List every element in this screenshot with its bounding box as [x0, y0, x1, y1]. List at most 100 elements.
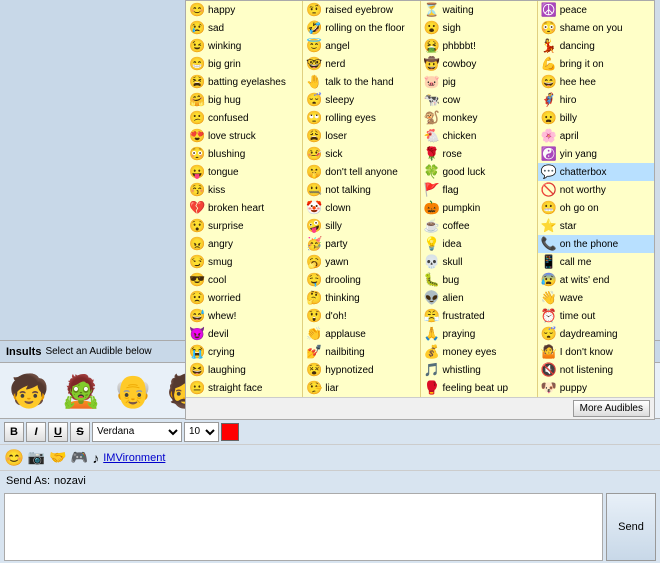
emoji-item[interactable]: 🤤drooling	[303, 271, 419, 289]
emoji-item[interactable]: 🤡clown	[303, 199, 419, 217]
emoji-item[interactable]: 😳shame on you	[538, 19, 654, 37]
emoji-item[interactable]: 😉winking	[186, 37, 302, 55]
emoji-item[interactable]: ⏰time out	[538, 307, 654, 325]
emoji-item[interactable]: 💔broken heart	[186, 199, 302, 217]
emoji-item[interactable]: 😩loser	[303, 127, 419, 145]
emoji-item[interactable]: 😴daydreaming	[538, 325, 654, 343]
emoji-item[interactable]: 🤪silly	[303, 217, 419, 235]
emoji-item[interactable]: ⭐star	[538, 217, 654, 235]
emoji-item[interactable]: 👽alien	[421, 289, 537, 307]
emoji-item[interactable]: 🐔chicken	[421, 127, 537, 145]
emoji-item[interactable]: 👋wave	[538, 289, 654, 307]
font-select[interactable]: Verdana	[92, 422, 182, 442]
emoji-item[interactable]: 🤨raised eyebrow	[303, 1, 419, 19]
emoji-item[interactable]: 🐄cow	[421, 91, 537, 109]
italic-button[interactable]: I	[26, 422, 46, 442]
emoji-item[interactable]: 😫batting eyelashes	[186, 73, 302, 91]
emoji-item[interactable]: 🚩flag	[421, 181, 537, 199]
emoji-item[interactable]: 🍀good luck	[421, 163, 537, 181]
emoji-item[interactable]: 🥊feeling beat up	[421, 379, 537, 397]
imvironment-link[interactable]: IMVironment	[103, 452, 165, 464]
emoji-item[interactable]: 😁big grin	[186, 55, 302, 73]
emoji-item[interactable]: 🚫not worthy	[538, 181, 654, 199]
emoji-item[interactable]: 😍love struck	[186, 127, 302, 145]
emoji-item[interactable]: 🤓nerd	[303, 55, 419, 73]
bold-button[interactable]: B	[4, 422, 24, 442]
emoji-item[interactable]: 😏smug	[186, 253, 302, 271]
emoji-item[interactable]: 👏applause	[303, 325, 419, 343]
emoji-item[interactable]: 😵hypnotized	[303, 361, 419, 379]
emoji-item[interactable]: 🌸april	[538, 127, 654, 145]
game-icon[interactable]: 🎮	[71, 449, 88, 466]
smiley-button[interactable]: 😊	[4, 448, 24, 468]
emoji-item[interactable]: 😠angry	[186, 235, 302, 253]
emoji-item[interactable]: 🐒monkey	[421, 109, 537, 127]
emoji-item[interactable]: ⏳waiting	[421, 1, 537, 19]
emoji-item[interactable]: 🤠cowboy	[421, 55, 537, 73]
audible-2[interactable]: 🧟	[56, 372, 106, 410]
emoji-item[interactable]: 😟worried	[186, 289, 302, 307]
emoji-item[interactable]: 😬oh go on	[538, 199, 654, 217]
emoji-item[interactable]: 🐷pig	[421, 73, 537, 91]
emoji-item[interactable]: 😎cool	[186, 271, 302, 289]
emoji-item[interactable]: 💃dancing	[538, 37, 654, 55]
size-select[interactable]: 10	[184, 422, 219, 442]
emoji-item[interactable]: 🐶puppy	[538, 379, 654, 397]
emoji-item[interactable]: 🤥liar	[303, 379, 419, 397]
emoji-item[interactable]: 🎵whistling	[421, 361, 537, 379]
emoji-item[interactable]: 🤫don't tell anyone	[303, 163, 419, 181]
emoji-item[interactable]: ☯️yin yang	[538, 145, 654, 163]
handshake-icon[interactable]: 🤝	[49, 449, 66, 466]
emoji-item[interactable]: 😰at wits' end	[538, 271, 654, 289]
emoji-item[interactable]: 😤frustrated	[421, 307, 537, 325]
emoji-item[interactable]: 🙄rolling eyes	[303, 109, 419, 127]
emoji-item[interactable]: 😅whew!	[186, 307, 302, 325]
emoji-item[interactable]: 🤔thinking	[303, 289, 419, 307]
emoji-item[interactable]: 💬chatterbox	[538, 163, 654, 181]
emoji-item[interactable]: 🤷I don't know	[538, 343, 654, 361]
audible-3[interactable]: 👴	[108, 372, 158, 410]
emoji-item[interactable]: 🤮phbbbt!	[421, 37, 537, 55]
audible-1[interactable]: 🧒	[4, 372, 54, 410]
emoji-item[interactable]: 😕confused	[186, 109, 302, 127]
message-input[interactable]	[4, 493, 603, 561]
emoji-item[interactable]: 😳blushing	[186, 145, 302, 163]
emoji-item[interactable]: 🤒sick	[303, 145, 419, 163]
camera-icon[interactable]: 📷	[28, 449, 45, 466]
emoji-item[interactable]: 💅nailbiting	[303, 343, 419, 361]
emoji-item[interactable]: 🌹rose	[421, 145, 537, 163]
color-swatch[interactable]	[221, 423, 239, 441]
emoji-item[interactable]: 🐛bug	[421, 271, 537, 289]
emoji-item[interactable]: 🦸hiro	[538, 91, 654, 109]
emoji-item[interactable]: 😆laughing	[186, 361, 302, 379]
emoji-item[interactable]: 🤐not talking	[303, 181, 419, 199]
emoji-item[interactable]: 🤚talk to the hand	[303, 73, 419, 91]
strikethrough-button[interactable]: S	[70, 422, 90, 442]
emoji-item[interactable]: 😚kiss	[186, 181, 302, 199]
underline-button[interactable]: U	[48, 422, 68, 442]
emoji-item[interactable]: 😯surprise	[186, 217, 302, 235]
emoji-item[interactable]: 🤗big hug	[186, 91, 302, 109]
send-button[interactable]: Send	[606, 493, 656, 561]
emoji-item[interactable]: 💀skull	[421, 253, 537, 271]
emoji-item[interactable]: 😢sad	[186, 19, 302, 37]
emoji-item[interactable]: ☕coffee	[421, 217, 537, 235]
emoji-item[interactable]: 😊happy	[186, 1, 302, 19]
emoji-item[interactable]: 🔇not listening	[538, 361, 654, 379]
emoji-item[interactable]: ☮️peace	[538, 1, 654, 19]
emoji-item[interactable]: 💡idea	[421, 235, 537, 253]
emoji-item[interactable]: 😛tongue	[186, 163, 302, 181]
emoji-item[interactable]: 📞on the phone	[538, 235, 654, 253]
emoji-item[interactable]: 🥱yawn	[303, 253, 419, 271]
more-audibles-button[interactable]: More Audibles	[573, 400, 650, 417]
emoji-item[interactable]: 😇angel	[303, 37, 419, 55]
emoji-item[interactable]: 🤣rolling on the floor	[303, 19, 419, 37]
emoji-item[interactable]: 😐straight face	[186, 379, 302, 397]
emoji-item[interactable]: 💪bring it on	[538, 55, 654, 73]
emoji-item[interactable]: 😴sleepy	[303, 91, 419, 109]
emoji-item[interactable]: 😈devil	[186, 325, 302, 343]
emoji-item[interactable]: 😦billy	[538, 109, 654, 127]
emoji-item[interactable]: 🥳party	[303, 235, 419, 253]
emoji-item[interactable]: 😲d'oh!	[303, 307, 419, 325]
emoji-item[interactable]: 🎃pumpkin	[421, 199, 537, 217]
